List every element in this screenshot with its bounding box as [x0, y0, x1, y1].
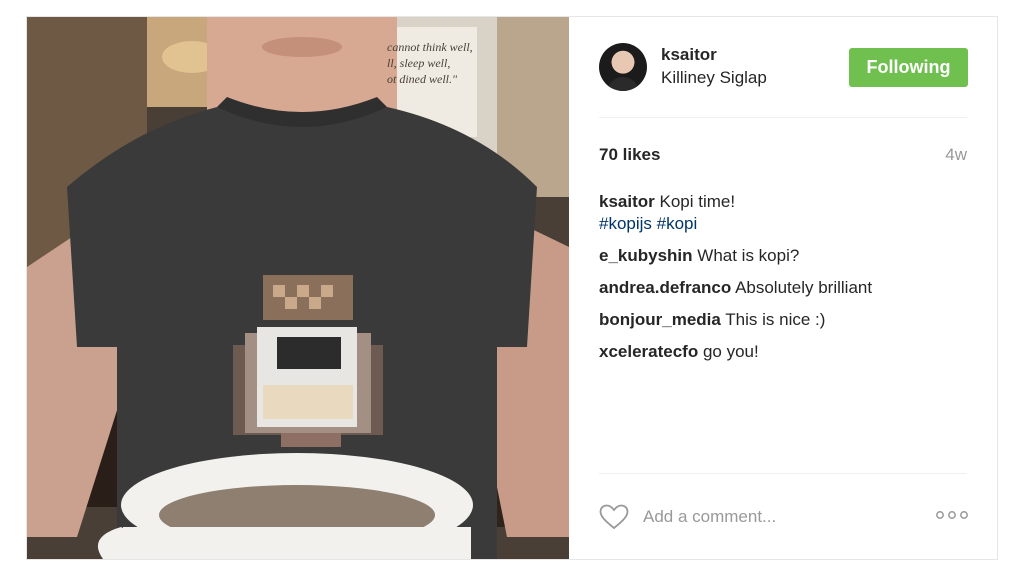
sign-line: ot dined well." [387, 72, 458, 86]
post-username[interactable]: ksaitor [661, 45, 717, 65]
avatar-shirt [607, 77, 639, 91]
comments-list: ksaitor Kopi time! #kopijs #kopi e_kubys… [599, 191, 967, 373]
avatar[interactable] [599, 43, 647, 91]
post-time[interactable]: 4w [945, 145, 967, 165]
caption-text: Kopi time! [659, 192, 736, 211]
caption-hashtags[interactable]: #kopijs #kopi [599, 214, 697, 233]
photo-illustration [27, 17, 569, 559]
comment-username[interactable]: andrea.defranco [599, 278, 731, 297]
cafe-sign-text: cannot think well, ll, sleep well, ot di… [387, 39, 477, 87]
post-details-panel: ksaitor Killiney Siglap Following 70 lik… [569, 17, 997, 559]
caption: ksaitor Kopi time! #kopijs #kopi [599, 191, 967, 235]
heart-icon[interactable] [599, 504, 629, 530]
more-options-icon[interactable] [935, 509, 969, 521]
list-item: xceleratecfo go you! [599, 341, 967, 363]
post-location[interactable]: Killiney Siglap [661, 68, 767, 88]
comment-text: This is nice :) [725, 310, 826, 329]
add-comment-input[interactable] [643, 502, 893, 532]
caption-username[interactable]: ksaitor [599, 192, 655, 211]
post-footer [569, 492, 997, 552]
comment-text: Absolutely brilliant [735, 278, 873, 297]
following-button[interactable]: Following [849, 48, 968, 87]
comment-username[interactable]: e_kubyshin [599, 246, 693, 265]
footer-divider [599, 473, 967, 474]
comment-text: go you! [702, 342, 759, 361]
list-item: bonjour_media This is nice :) [599, 309, 967, 331]
comment-text: What is kopi? [697, 246, 800, 265]
sign-line: cannot think well, [387, 40, 473, 54]
list-item: e_kubyshin What is kopi? [599, 245, 967, 267]
post-photo[interactable]: cannot think well, ll, sleep well, ot di… [27, 17, 569, 559]
post-header: ksaitor Killiney Siglap Following [569, 17, 997, 117]
header-divider [599, 117, 967, 118]
likes-count[interactable]: 70 likes [599, 145, 660, 165]
comment-username[interactable]: bonjour_media [599, 310, 721, 329]
sign-line: ll, sleep well, [387, 56, 451, 70]
post-card: cannot think well, ll, sleep well, ot di… [26, 16, 998, 560]
list-item: andrea.defranco Absolutely brilliant [599, 277, 967, 299]
comment-username[interactable]: xceleratecfo [599, 342, 698, 361]
